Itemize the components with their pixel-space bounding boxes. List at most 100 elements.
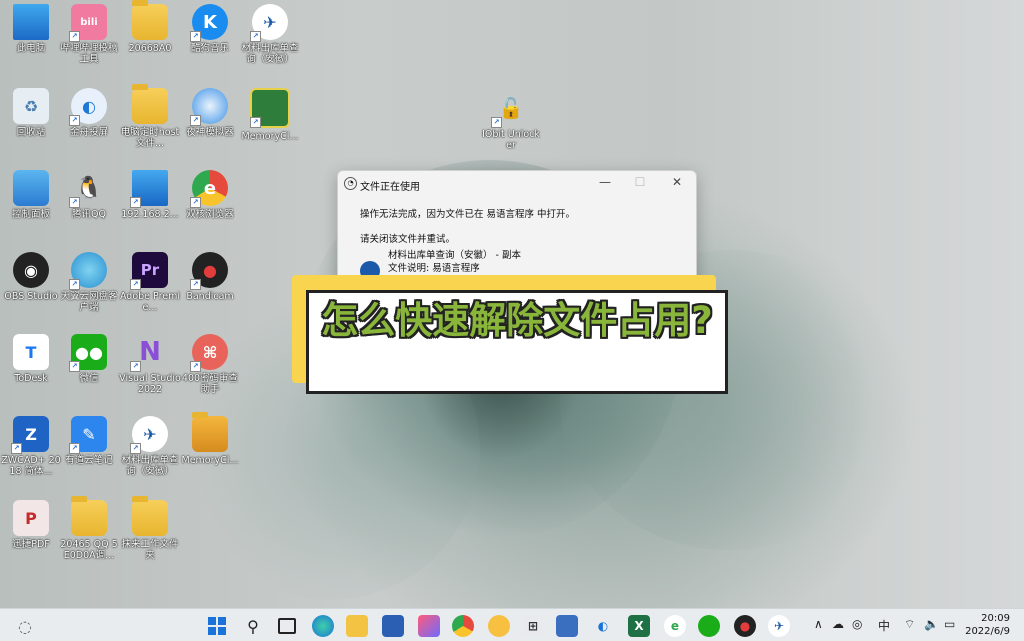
material-app-icon[interactable]: ✈ [768,615,790,637]
visual-studio-icon: N ↗ [130,334,168,372]
task-view-icon[interactable] [276,615,298,637]
app-icon[interactable] [556,615,578,637]
desktop-icon-emulator[interactable]: ↗ 夜神模拟器 [179,88,241,138]
bandicam-icon: ● ↗ [190,252,228,290]
browser-e-icon: e ↗ [190,170,228,208]
wechat-icon: ●● ↗ [69,334,107,372]
app-icon[interactable] [418,615,440,637]
recycle-bin-icon: ♻ [13,88,49,124]
zwcad-icon: Z ↗ [11,416,49,454]
search-icon[interactable]: ⚲ [242,615,264,637]
todesk-icon: T [13,334,49,370]
memory-chip-icon: ↗ [250,88,290,128]
edge-icon[interactable] [312,615,334,637]
desktop-icon-this-pc[interactable]: 此电脑 [0,4,62,54]
desktop-icon-cloud-disk[interactable]: ↗ 天翼云网盘客户端 [58,252,120,313]
app-icon[interactable] [488,615,510,637]
dialog-instruction: 请关闭该文件并重试。 [360,234,456,245]
minimize-button[interactable]: — [595,175,615,189]
desktop-icon-qq[interactable]: 🐧 ↗ 腾讯QQ [58,170,120,220]
padlock-icon: 🔓 ↗ [491,90,529,128]
emulator-icon: ↗ [190,88,228,126]
widgets-icon[interactable]: ◌ [14,615,36,637]
title-banner: 怎么快速解除文件占用? [306,290,728,394]
wifi-icon[interactable]: ⌔ [904,617,915,632]
bilibili-icon: bili ↗ [69,4,107,42]
folder-icon [132,84,168,124]
file-explorer-icon[interactable] [346,615,368,637]
store-icon[interactable] [382,615,404,637]
kugou-icon: K ↗ [190,4,228,42]
desktop-icon-pdf[interactable]: P 迅捷PDF [0,500,62,550]
banner-text: 怎么快速解除文件占用? [321,299,713,342]
material-app-icon: ✈ ↗ [250,4,288,42]
app-tray-icon[interactable]: ◎ [852,617,862,631]
desktop-icon-premiere[interactable]: Pr ↗ Adobe Premie... [119,252,181,313]
obs-icon: ◉ [13,252,49,288]
desktop-icon-work-folder[interactable]: 抹来工作文件夹 [119,496,181,561]
desktop-icon-material-query-2[interactable]: ✈ ↗ 材料出库单查询（安徽） [119,416,181,477]
battery-icon[interactable]: ▭ [944,617,955,631]
desktop-icon-memorycl-1[interactable]: ↗ MemoryCl... [239,88,301,142]
dialog-title: 文件正在使用 [360,182,420,193]
desktop-icon-bilibili[interactable]: bili ↗ 哔哩哔哩投稿工具 [58,4,120,65]
maximize-button: ☐ [634,175,646,189]
desktop-icon-visual-studio[interactable]: N ↗ Visual Studio 2022 [119,334,181,395]
folder-icon [71,496,107,536]
archive-folder-icon [192,412,228,452]
desktop-icon-obs[interactable]: ◉ OBS Studio [0,252,62,302]
cloud-icon[interactable]: ☁ [832,617,844,631]
clock[interactable]: 20:09 2022/6/9 [965,612,1010,638]
speaker-icon[interactable]: 🔈 [924,617,939,631]
clock-date: 2022/6/9 [965,626,1010,637]
dialog-file-name: 材料出库单查询（安徽） - 副本 [388,250,521,261]
pdf-app-icon: P [13,500,49,536]
premiere-icon: Pr ↗ [130,252,168,290]
desktop-icon-youdao-note[interactable]: ✎ ↗ 有道云笔记 [58,416,120,466]
app-icon[interactable]: ⊞ [522,615,544,637]
monitor-icon [13,4,49,40]
folder-icon [132,496,168,536]
bandicam-icon[interactable]: ● [734,615,756,637]
excel-icon[interactable]: X [628,615,650,637]
close-button[interactable]: ✕ [667,175,687,189]
desktop-icon-wechat[interactable]: ●● ↗ 微信 [58,334,120,384]
folder-icon [132,0,168,40]
desktop-icon-control-panel[interactable]: 控制面板 [0,170,62,220]
clock-time: 20:09 [981,613,1010,624]
note-pen-icon: ✎ ↗ [69,416,107,454]
desktop-icon-folder-host[interactable]: 电脑定时host文件... [119,84,181,149]
desktop-icon-memorycl-2[interactable]: MemoryCl... [179,412,241,466]
password-helper-icon: ⌘ ↗ [190,334,228,372]
desktop-icon-folder-20668a0[interactable]: 20668A0 [119,0,181,54]
taskbar: ◌ ⚲ ⊞ ◐ X e ● ✈ ∧ ☁ ◎ 中 ⌔ 🔈 ▭ 20:09 2022… [0,608,1024,641]
desktop-icon-folder-qq[interactable]: 20465 QQ 5E0D0A调... [58,496,120,561]
desktop-icon-bandicam[interactable]: ● ↗ Bandicam [179,252,241,302]
desktop-icon-screen-cast[interactable]: ◐ ↗ 金舟投屏 [58,88,120,138]
desktop-icon-recycle-bin[interactable]: ♻ 回收站 [0,88,62,138]
screen-cast-icon: ◐ ↗ [69,88,107,126]
desktop-icon-password-helper[interactable]: ⌘ ↗ 400密码审查助手 [179,334,241,395]
start-button[interactable] [206,615,228,637]
chrome-icon[interactable] [452,615,474,637]
browser-e-icon[interactable]: e [664,615,686,637]
app-icon[interactable]: ◐ [592,615,614,637]
desktop-icon-remote[interactable]: ↗ 192.168.2... [119,170,181,220]
dialog-message: 操作无法完成，因为文件已在 易语言程序 中打开。 [360,209,576,220]
chevron-up-icon[interactable]: ∧ [814,617,823,631]
dialog-file-desc: 文件说明: 易语言程序 [388,263,480,274]
cloud-disk-icon: ↗ [69,252,107,290]
desktop-icon-iobit-unlocker[interactable]: 🔓 ↗ IObit Unlocker [480,90,542,151]
material-app-icon: ✈ ↗ [130,416,168,454]
qq-penguin-icon: 🐧 ↗ [69,170,107,208]
ime-indicator[interactable]: 中 [878,617,890,634]
control-panel-icon [13,170,49,206]
desktop-icon-kugou[interactable]: K ↗ 酷狗音乐 [179,4,241,54]
clock-icon: ◔ [344,177,357,190]
desktop-icon-todesk[interactable]: T ToDesk [0,334,62,384]
monitor-icon: ↗ [130,170,168,208]
desktop-icon-zwcad[interactable]: Z ↗ ZWCAD+ 2018 简体... [0,416,62,477]
desktop-icon-browser[interactable]: e ↗ 双核浏览器 [179,170,241,220]
wechat-icon[interactable] [698,615,720,637]
desktop-icon-material-query-1[interactable]: ✈ ↗ 材料出库单查询（安徽） [239,4,301,65]
